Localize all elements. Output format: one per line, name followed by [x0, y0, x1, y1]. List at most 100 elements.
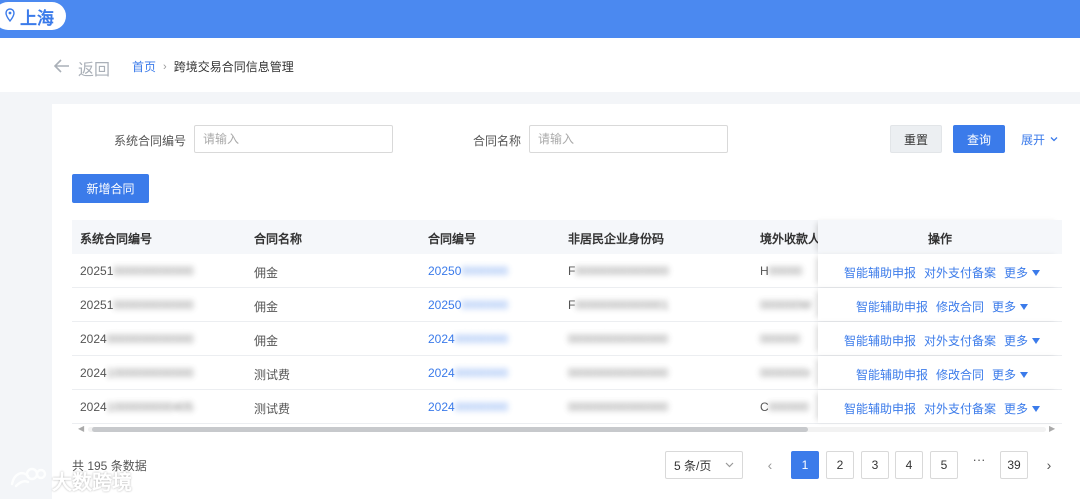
scroll-right-icon[interactable]: ▶	[1049, 424, 1055, 433]
more-dropdown[interactable]: 更多	[1004, 400, 1041, 417]
smart-declare-link[interactable]: 智能辅助申报	[844, 400, 916, 417]
scroll-left-icon[interactable]: ◀	[78, 424, 84, 433]
smart-declare-link[interactable]: 智能辅助申报	[856, 298, 928, 315]
ops-cell: 智能辅助申报 修改合同 更多	[818, 288, 1062, 321]
caret-down-icon	[1032, 337, 1041, 344]
back-button[interactable]: 返回	[53, 56, 111, 80]
table-row: 20251000000000000 佣金 202500000000 F00000…	[72, 288, 1062, 322]
watermark-text: 大数跨境	[52, 471, 132, 494]
table-row: 20251000000000000 佣金 202500000000 F00000…	[72, 254, 1062, 288]
sys-no-cell: 20251000000000000	[80, 298, 194, 312]
contract-name-cell: 佣金	[254, 334, 279, 348]
sys-no-cell: 20240000000000000	[80, 332, 194, 346]
horizontal-scrollbar[interactable]: ◀ ▶	[72, 424, 1062, 434]
page-size-select[interactable]: 5 条/页	[665, 451, 743, 479]
next-page-icon[interactable]: ›	[1039, 451, 1059, 479]
page-ellipsis[interactable]: ···	[965, 452, 993, 467]
payee-cell: 000000W	[760, 298, 812, 312]
ops-cell: 智能辅助申报 对外支付备案 更多	[818, 322, 1062, 355]
payment-filing-link[interactable]: 对外支付备案	[924, 400, 996, 417]
page-button-5[interactable]: 5	[930, 451, 958, 479]
smart-declare-link[interactable]: 智能辅助申报	[844, 332, 916, 349]
caret-down-icon	[1020, 303, 1029, 310]
more-dropdown[interactable]: 更多	[992, 298, 1029, 315]
table-header: 系统合同编号 合同名称 合同编号 非居民企业身份码 境外收款人 操作	[72, 220, 1062, 254]
id-code-cell: 000000000000000	[568, 366, 669, 380]
contract-name-cell: 佣金	[254, 300, 279, 314]
top-bar: 上海	[0, 0, 1080, 38]
column-header: 系统合同编号	[80, 232, 153, 246]
contract-sys-no-input[interactable]	[194, 125, 393, 153]
nav-bar: 返回 首页 › 跨境交易合同信息管理	[0, 38, 1080, 92]
table-row: 20240000000000000 佣金 202400000000 000000…	[72, 322, 1062, 356]
location-pin-icon	[4, 7, 16, 25]
back-label: 返回	[78, 62, 111, 79]
contract-no-link[interactable]: 202500000000	[428, 298, 508, 312]
page-button-last[interactable]: 39	[1000, 451, 1028, 479]
id-code-cell: 000000000000000	[568, 332, 669, 346]
table-row: 20241000000000000 测试费 202400000000 00000…	[72, 356, 1062, 390]
edit-contract-link[interactable]: 修改合同	[936, 366, 984, 383]
page-button-1[interactable]: 1	[791, 451, 819, 479]
contract-sys-no-label: 系统合同编号	[114, 134, 187, 148]
id-code-cell: F00000000000001	[568, 298, 669, 312]
payee-cell: H00000	[760, 264, 803, 278]
query-button[interactable]: 查询	[953, 125, 1005, 153]
chevron-down-icon	[725, 462, 734, 468]
page-size-value: 5 条/页	[674, 458, 712, 473]
expand-label: 展开	[1021, 133, 1046, 147]
contract-name-label: 合同名称	[473, 134, 522, 148]
column-header: 操作	[927, 232, 952, 246]
contract-name-cell: 测试费	[254, 368, 291, 382]
city-selector[interactable]: 上海	[0, 2, 66, 30]
contract-no-link[interactable]: 202400000000	[428, 366, 508, 380]
contract-no-link[interactable]: 202400000000	[428, 332, 508, 346]
payment-filing-link[interactable]: 对外支付备案	[924, 264, 996, 281]
contract-no-link[interactable]: 202400000000	[428, 400, 508, 414]
edit-contract-link[interactable]: 修改合同	[936, 298, 984, 315]
contract-name-input[interactable]	[529, 125, 728, 153]
breadcrumb: 首页 › 跨境交易合同信息管理	[132, 58, 294, 75]
page-button-2[interactable]: 2	[826, 451, 854, 479]
scroll-thumb[interactable]	[92, 427, 808, 432]
page-button-4[interactable]: 4	[895, 451, 923, 479]
contract-no-link[interactable]: 202500000000	[428, 264, 508, 278]
payee-cell: C000000	[760, 400, 809, 414]
page-button-3[interactable]: 3	[861, 451, 889, 479]
column-header: 境外收款人	[760, 232, 821, 246]
prev-page-icon[interactable]: ‹	[760, 451, 780, 479]
payee-cell: 000000	[760, 332, 801, 346]
add-contract-button[interactable]: 新增合同	[72, 174, 149, 203]
table-row: 20241000000000405 测试费 202400000000 00000…	[72, 390, 1062, 424]
caret-down-icon	[1020, 371, 1029, 378]
expand-toggle[interactable]: 展开	[1021, 131, 1059, 148]
more-dropdown[interactable]: 更多	[1004, 332, 1041, 349]
contract-name-cell: 佣金	[254, 266, 279, 280]
column-header: 合同名称	[254, 232, 303, 246]
left-margin	[0, 92, 52, 499]
payment-filing-link[interactable]: 对外支付备案	[924, 332, 996, 349]
breadcrumb-home[interactable]: 首页	[132, 58, 156, 75]
sys-no-cell: 20241000000000405	[80, 400, 194, 414]
watermark: 大数跨境	[8, 464, 132, 496]
city-label: 上海	[20, 8, 54, 28]
reset-button[interactable]: 重置	[890, 125, 942, 153]
caret-down-icon	[1032, 269, 1041, 276]
id-code-cell: F00000000000000	[568, 264, 669, 278]
contract-name-cell: 测试费	[254, 402, 291, 416]
smart-declare-link[interactable]: 智能辅助申报	[844, 264, 916, 281]
id-code-cell: 000000000000000	[568, 400, 669, 414]
payee-cell: 0000000r	[760, 366, 811, 380]
more-dropdown[interactable]: 更多	[1004, 264, 1041, 281]
more-dropdown[interactable]: 更多	[992, 366, 1029, 383]
ops-cell: 智能辅助申报 修改合同 更多	[818, 356, 1062, 389]
watermark-logo-icon	[8, 464, 52, 496]
smart-declare-link[interactable]: 智能辅助申报	[856, 366, 928, 383]
chevron-right-icon: ›	[163, 60, 167, 73]
column-header: 非居民企业身份码	[568, 232, 665, 246]
sys-no-cell: 20241000000000000	[80, 366, 194, 380]
column-header: 合同编号	[428, 232, 477, 246]
ops-header-cell: 操作	[818, 220, 1062, 254]
breadcrumb-current: 跨境交易合同信息管理	[173, 60, 294, 74]
ops-cell: 智能辅助申报 对外支付备案 更多	[818, 254, 1062, 287]
